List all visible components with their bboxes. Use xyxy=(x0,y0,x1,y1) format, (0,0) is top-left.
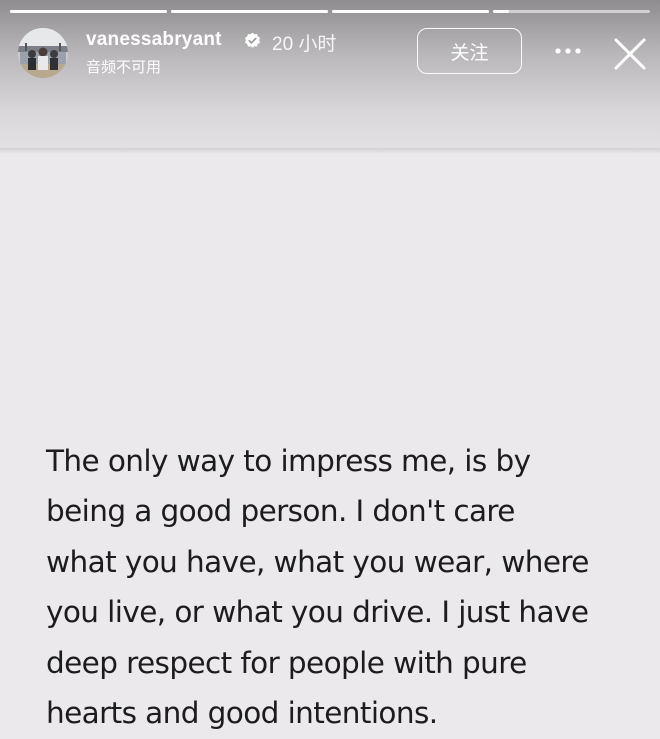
text-card-edge xyxy=(0,148,660,154)
progress-segment xyxy=(332,10,489,13)
story-viewer[interactable]: vanessabryant 20 小时 音频不可用 关注 The only wa… xyxy=(0,0,660,739)
verified-badge-icon xyxy=(245,32,260,48)
story-header: vanessabryant 20 小时 音频不可用 关注 xyxy=(0,22,660,86)
avatar[interactable] xyxy=(18,28,68,78)
audio-unavailable-label: 音频不可用 xyxy=(86,59,162,76)
progress-segment xyxy=(493,10,650,13)
story-text-line: deep respect for people with pure xyxy=(46,645,527,680)
progress-segment xyxy=(171,10,328,13)
follow-button[interactable]: 关注 xyxy=(417,28,522,74)
story-text-line: The only way to impress me, is by xyxy=(46,444,531,478)
progress-segment xyxy=(10,10,167,13)
story-text-line: hearts and good intentions. xyxy=(46,696,438,731)
story-progress-bar xyxy=(10,10,650,14)
avatar-image xyxy=(18,28,68,78)
story-text-line: what you have, what you wear, where xyxy=(46,544,589,579)
story-text-line: you live, or what you drive. I just have xyxy=(46,595,589,630)
more-options-icon[interactable] xyxy=(552,38,584,64)
post-time: 20 小时 xyxy=(272,34,337,55)
username[interactable]: vanessabryant xyxy=(86,29,222,51)
story-text: The only way to impress me, is by being … xyxy=(46,436,646,738)
close-icon[interactable] xyxy=(612,36,648,72)
story-text-line: being a good person. I don't care xyxy=(46,494,515,529)
